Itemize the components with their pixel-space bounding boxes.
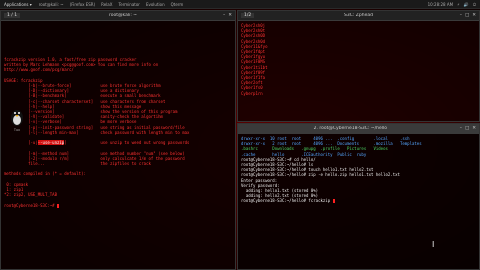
right-top-titlebar: 1/2 S3C: Zphead – □ ✕ [238,11,479,21]
power-icon[interactable]: ⏻ [473,2,476,7]
left-terminal-window: 1 / 1 root@kali: ~ – ✕ Tux fcrackzip vers… [0,10,236,270]
clock[interactable]: 10:28:28 AM [428,2,453,7]
terminal-line: root@Cyberne18-S3C:~# [4,202,59,208]
text-cursor-icon: I [432,240,435,249]
window-title: 2. root@Cyberne18-S3C: ~/hello [313,126,388,131]
minimize-icon[interactable]: – [460,126,462,131]
right-bottom-titlebar: 2. root@Cyberne18-S3C: ~/hello – □ ✕ [238,124,479,134]
taskbar-item[interactable]: (Firefox ESR) [67,2,98,7]
terminal-cursor [56,203,59,208]
battery-icon[interactable]: ⚡ [457,2,460,7]
volume-icon[interactable]: 🔊 [464,2,469,7]
tab-indicator[interactable]: 1 / 1 [4,13,21,18]
right-top-terminal-window: 1/2 S3C: Zphead – □ ✕ Cyber2sh0j Cyber2sh0t… [237,10,480,122]
close-icon[interactable]: ✕ [228,13,232,18]
directory-listing[interactable]: drwxr-xr-x 10 root root 4096 ... .config… [238,134,479,157]
avatar: Tux [9,107,25,132]
maximize-icon[interactable]: □ [465,13,469,18]
taskbar-item[interactable]: Evolution [143,2,168,7]
taskbar-item[interactable]: Qterm [168,2,187,7]
right-bottom-terminal-window: 2. root@Cyberne18-S3C: ~/hello – □ ✕ drwxr… [237,123,480,270]
tab-indicator[interactable]: 1/2 [241,13,255,18]
penguin-icon [11,110,23,126]
taskbar-item[interactable]: root@kali: ~ [36,2,67,7]
maximize-icon[interactable]: □ [465,126,469,131]
left-terminal-output[interactable]: fcrackzip version 1.0, a fast/free zip p… [1,21,235,210]
applications-menu[interactable]: Applications ▾ [0,2,36,7]
window-title: root@kali: ~ [109,13,138,18]
left-terminal-titlebar: 1 / 1 root@kali: ~ – ✕ [1,11,235,21]
window-title: S3C: Zphead [343,13,373,18]
taskbar-item[interactable]: RelaX [98,2,115,7]
right-top-terminal-output[interactable]: Cyber2sh0j Cyber2sh0t Cyber2sh0D Cyber2sh0d… [238,21,479,98]
close-icon[interactable]: ✕ [472,13,476,18]
minimize-icon[interactable]: – [460,13,462,18]
minimize-icon[interactable]: – [223,13,225,18]
avatar-label: Tux [13,128,21,132]
selected-text[interactable]: --use-unzip [37,140,65,146]
right-bottom-terminal-output[interactable]: root@Cyberne18-S3C:~# cd hello/root@Cybe… [238,157,479,206]
taskbar-item[interactable]: Terminator [116,2,143,7]
close-icon[interactable]: ✕ [472,126,476,131]
terminal-line: root@Cyberne18-S3C:~/hello# fcrackzip [241,198,335,204]
top-panel: Applications ▾ root@kali: ~ (Firefox ESR… [0,0,480,9]
terminal-line: Cyberp1rn [241,90,263,96]
terminal-cursor [332,199,335,204]
